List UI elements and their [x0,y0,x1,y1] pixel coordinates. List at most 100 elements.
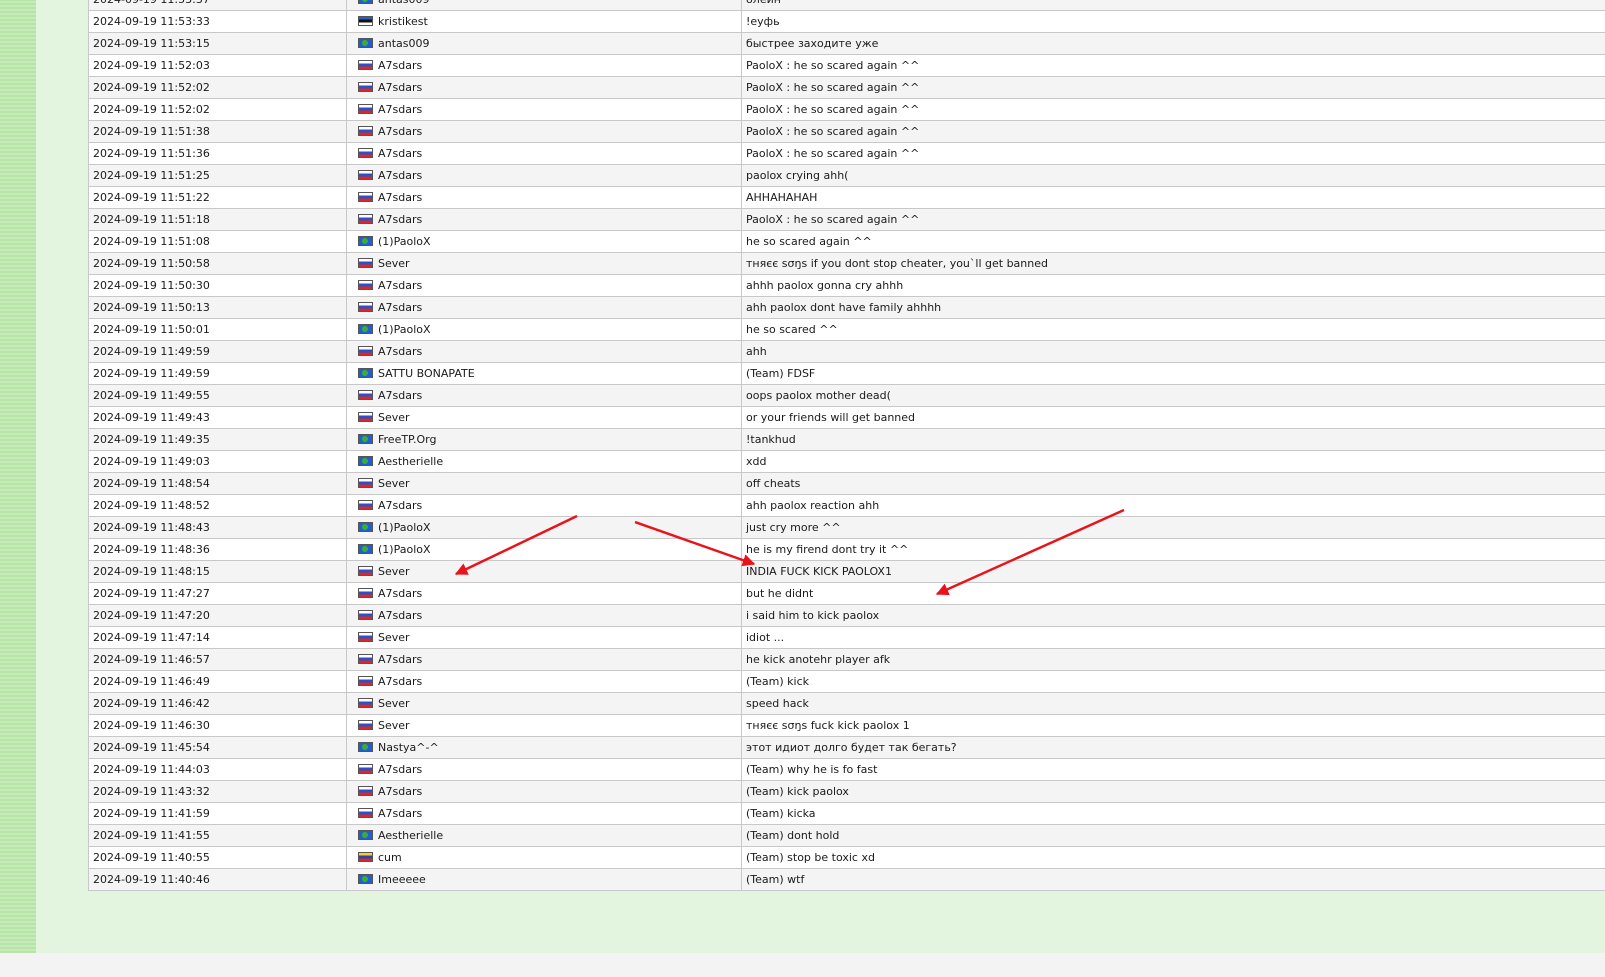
timestamp-cell: 2024-09-19 11:47:27 [88,582,347,605]
timestamp-cell: 2024-09-19 11:49:59 [88,340,347,363]
timestamp-cell: 2024-09-19 11:51:38 [88,120,347,143]
player-name[interactable]: A7sdars [378,499,422,512]
table-row: 2024-09-19 11:48:54 Sever off cheats [88,472,1605,495]
player-name[interactable]: A7sdars [378,81,422,94]
timestamp-cell: 2024-09-19 11:49:55 [88,384,347,407]
player-name[interactable]: (1)PaoloX [378,323,431,336]
player-name[interactable]: A7sdars [378,191,422,204]
player-cell: Aestherielle [346,450,742,473]
message-cell: i said him to kick paolox [741,604,1605,627]
player-cell: A7sdars [346,670,742,693]
message-cell: (Team) kick paolox [741,780,1605,803]
player-name[interactable]: Aestherielle [378,455,443,468]
player-name[interactable]: A7sdars [378,125,422,138]
message-cell: he kick anotehr player afk [741,648,1605,671]
russia-flag-icon [358,346,373,356]
player-name[interactable]: antas009 [378,37,430,50]
player-name[interactable]: Sever [378,477,410,490]
globe-flag-icon [358,236,373,246]
message-cell: PaoloX : he so scared again ^^ [741,120,1605,143]
player-name[interactable]: (1)PaoloX [378,521,431,534]
table-row: 2024-09-19 11:46:57 A7sdars he kick anoteh… [88,648,1605,671]
russia-flag-icon [358,82,373,92]
message-cell: (Team) kicka [741,802,1605,825]
player-name[interactable]: A7sdars [378,301,422,314]
timestamp-cell: 2024-09-19 11:53:15 [88,32,347,55]
message-cell: he so scared again ^^ [741,230,1605,253]
globe-flag-icon [358,324,373,334]
table-row: 2024-09-19 11:53:15 antas009 быстрее заход… [88,32,1605,55]
player-name[interactable]: A7sdars [378,785,422,798]
table-row: 2024-09-19 11:44:03 A7sdars (Team) why he … [88,758,1605,781]
venezuela-flag-icon [358,852,373,862]
player-cell: A7sdars [346,76,742,99]
table-row: 2024-09-19 11:46:42 Sever speed hack [88,692,1605,715]
table-row: 2024-09-19 11:49:03 Aestherielle xdd [88,450,1605,473]
player-name[interactable]: SATTU BONAPATE [378,367,475,380]
russia-flag-icon [358,654,373,664]
player-name[interactable]: Sever [378,697,410,710]
player-name[interactable]: A7sdars [378,279,422,292]
player-cell: A7sdars [346,802,742,825]
player-name[interactable]: A7sdars [378,609,422,622]
player-cell: A7sdars [346,274,742,297]
player-name[interactable]: kristikest [378,15,428,28]
chat-log-body: 2024-09-19 11:53:37antas009блеин2024-09-… [88,0,1605,891]
table-row: 2024-09-19 11:41:59 A7sdars (Team) kicka [88,802,1605,825]
russia-flag-icon [358,500,373,510]
message-cell: PaoloX : he so scared again ^^ [741,54,1605,77]
player-cell: Sever [346,252,742,275]
player-cell: A7sdars [346,582,742,605]
player-name[interactable]: Imeeeee [378,873,426,886]
player-name[interactable]: Sever [378,565,410,578]
table-row: 2024-09-19 11:41:55 Aestherielle (Team) do… [88,824,1605,847]
russia-flag-icon [358,808,373,818]
message-cell: just cry more ^^ [741,516,1605,539]
message-cell: or your friends will get banned [741,406,1605,429]
player-name[interactable]: Sever [378,719,410,732]
player-name[interactable]: A7sdars [378,345,422,358]
player-name[interactable]: Sever [378,411,410,424]
player-name[interactable]: FreeTP.Org [378,433,436,446]
table-row: 2024-09-19 11:51:38 A7sdars PaoloX : he so… [88,120,1605,143]
player-name[interactable]: antas009 [378,0,430,6]
player-name[interactable]: (1)PaoloX [378,543,431,556]
player-name[interactable]: A7sdars [378,169,422,182]
russia-flag-icon [358,478,373,488]
player-name[interactable]: Sever [378,257,410,270]
message-cell: PaoloX : he so scared again ^^ [741,208,1605,231]
player-cell: Sever [346,560,742,583]
player-name[interactable]: (1)PaoloX [378,235,431,248]
player-name[interactable]: A7sdars [378,587,422,600]
player-name[interactable]: A7sdars [378,103,422,116]
table-row: 2024-09-19 11:50:01 (1)PaoloX he so scared… [88,318,1605,341]
player-name[interactable]: A7sdars [378,213,422,226]
table-row: 2024-09-19 11:47:27 A7sdars but he didnt [88,582,1605,605]
player-cell: A7sdars [346,604,742,627]
russia-flag-icon [358,214,373,224]
russia-flag-icon [358,588,373,598]
player-name[interactable]: A7sdars [378,653,422,666]
message-cell: INDIA FUCK KICK PAOLOX1 [741,560,1605,583]
player-cell: antas009 [346,32,742,55]
player-name[interactable]: cum [378,851,402,864]
table-row: 2024-09-19 11:48:43 (1)PaoloX just cry mor… [88,516,1605,539]
player-name[interactable]: Nastya^-^ [378,741,439,754]
player-name[interactable]: A7sdars [378,147,422,160]
player-cell: Sever [346,626,742,649]
player-name[interactable]: Sever [378,631,410,644]
message-cell: этот идиот долго будет так бегать? [741,736,1605,759]
player-name[interactable]: A7sdars [378,763,422,776]
player-cell: A7sdars [346,208,742,231]
player-cell: Imeeeee [346,868,742,891]
message-cell: AHHAHAHAH [741,186,1605,209]
player-name[interactable]: A7sdars [378,389,422,402]
russia-flag-icon [358,60,373,70]
player-cell: Nastya^-^ [346,736,742,759]
globe-flag-icon [358,368,373,378]
player-name[interactable]: A7sdars [378,59,422,72]
player-name[interactable]: A7sdars [378,807,422,820]
player-name[interactable]: Aestherielle [378,829,443,842]
player-name[interactable]: A7sdars [378,675,422,688]
message-cell: быстрее заходите уже [741,32,1605,55]
